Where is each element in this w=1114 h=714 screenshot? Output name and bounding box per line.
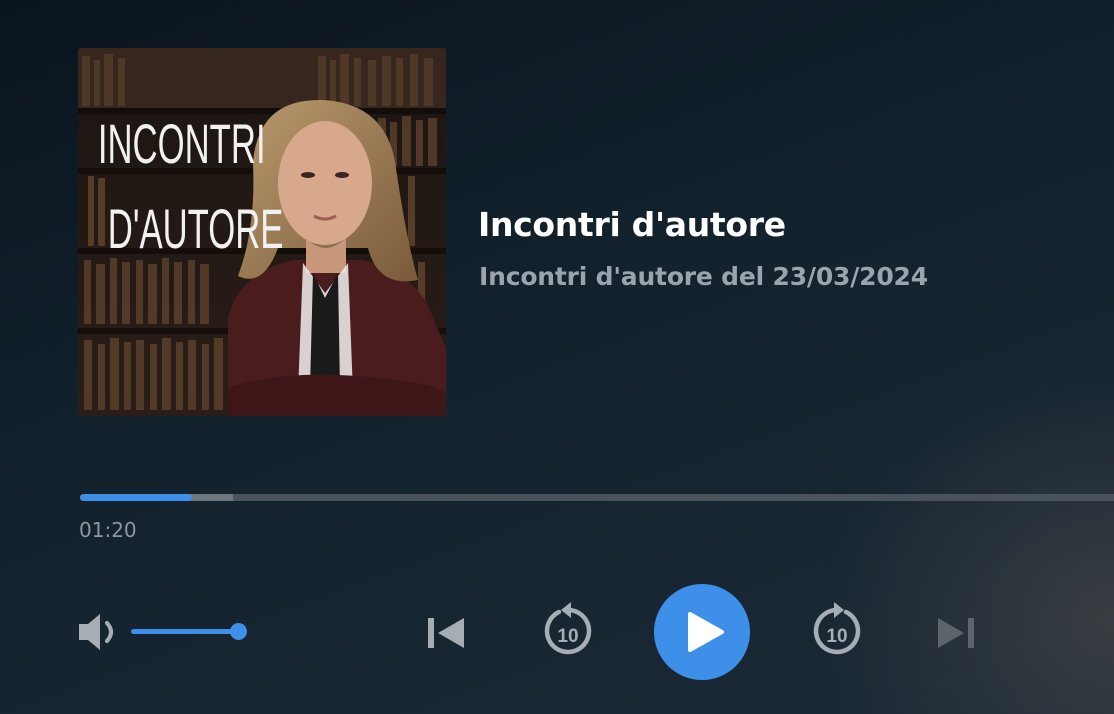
cover-title-line2: D'AUTORE	[108, 198, 284, 261]
play-button[interactable]	[654, 584, 750, 680]
episode-subtitle: Incontri d'autore del 23/03/2024	[479, 262, 928, 291]
elapsed-time: 01:20	[79, 518, 137, 542]
progress-bar[interactable]	[80, 494, 1114, 501]
speaker-icon[interactable]	[76, 609, 124, 655]
skip-next-icon	[938, 618, 974, 648]
volume-slider-thumb[interactable]	[230, 623, 247, 640]
cover-title-line1: INCONTRI	[98, 113, 266, 176]
podcast-cover-art: INCONTRI D'AUTORE	[78, 48, 446, 416]
forward-label: 10	[826, 626, 847, 647]
skip-next-button[interactable]	[936, 612, 978, 654]
forward-10-icon: 10	[813, 602, 861, 655]
skip-previous-button[interactable]	[424, 612, 466, 654]
rewind-10-button[interactable]: 10	[541, 600, 597, 662]
forward-10-button[interactable]: 10	[808, 600, 864, 662]
rewind-label: 10	[557, 626, 578, 647]
episode-title: Incontri d'autore	[478, 205, 786, 244]
volume-slider[interactable]	[131, 629, 239, 634]
rewind-10-icon: 10	[544, 602, 592, 655]
progress-played	[80, 494, 192, 501]
play-icon	[688, 612, 724, 652]
skip-previous-icon	[428, 618, 464, 648]
